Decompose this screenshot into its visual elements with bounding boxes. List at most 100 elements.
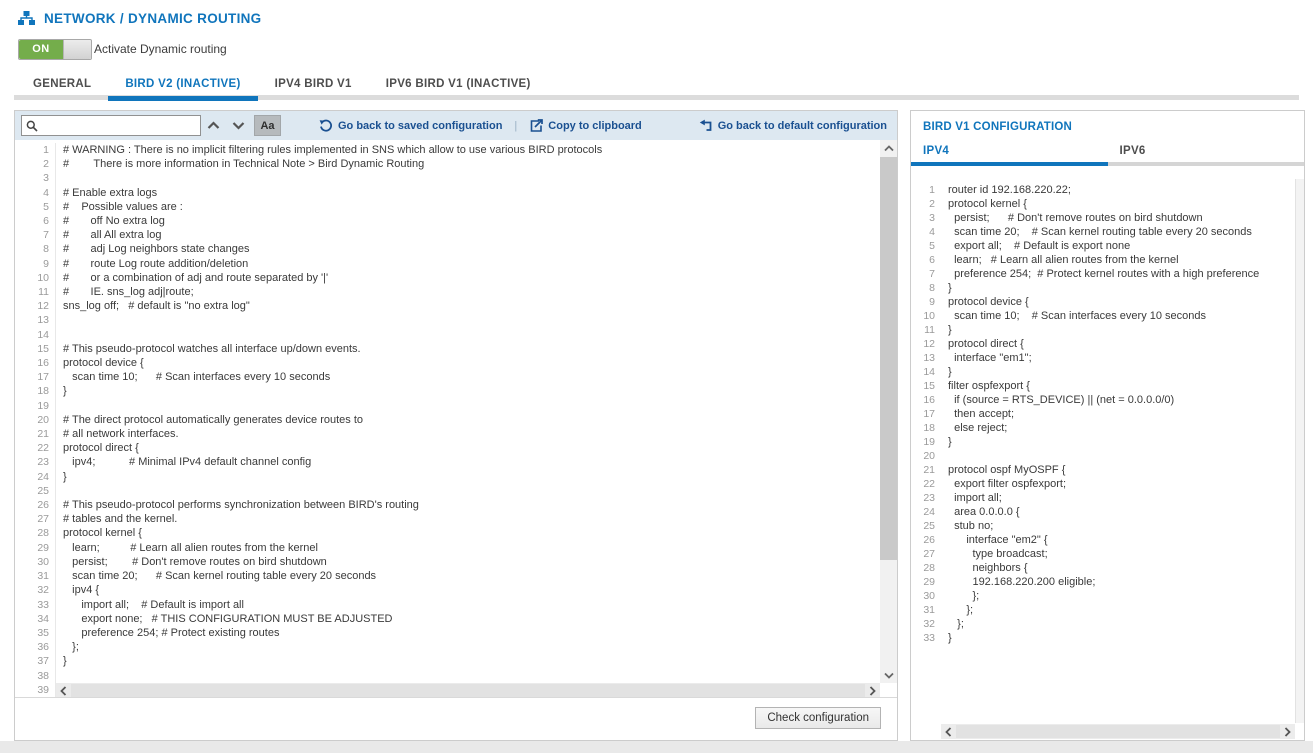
horizontal-scrollbar-thumb[interactable] xyxy=(71,684,865,697)
scroll-left-arrow-icon[interactable] xyxy=(60,686,67,696)
code-line: 28 neighbors { xyxy=(911,561,1295,575)
code-line: 6 learn; # Learn all alien routes from t… xyxy=(911,253,1295,267)
export-arrow-icon xyxy=(529,119,543,133)
line-number: 39 xyxy=(15,683,56,697)
scroll-right-arrow-icon[interactable] xyxy=(869,686,876,696)
line-number: 8 xyxy=(911,281,941,295)
line-content: export filter ospfexport; xyxy=(941,477,1066,491)
go-back-saved-link[interactable]: Go back to saved configuration xyxy=(319,119,502,133)
code-line: 15filter ospfexport { xyxy=(911,379,1295,393)
code-line: 38 xyxy=(15,669,880,683)
code-line: 8} xyxy=(911,281,1295,295)
line-number: 17 xyxy=(911,407,941,421)
tab-general[interactable]: GENERAL xyxy=(16,73,108,96)
horizontal-scrollbar[interactable] xyxy=(56,683,880,698)
bird-v2-editor-panel: Aa Go back to saved configuration | Copy… xyxy=(14,110,898,741)
line-number: 29 xyxy=(911,575,941,589)
line-content: # There is more information in Technical… xyxy=(56,157,424,171)
line-content: # This pseudo-protocol performs synchron… xyxy=(56,498,419,512)
code-line: 6# off No extra log xyxy=(15,214,880,228)
bird-v1-tab-ipv6[interactable]: IPV6 xyxy=(1108,140,1305,166)
bird-v1-horizontal-scrollbar[interactable] xyxy=(941,724,1295,739)
editor-footer: Check configuration xyxy=(15,697,897,740)
tab-ipv4-bird-v1[interactable]: IPV4 BIRD V1 xyxy=(258,73,369,96)
line-content: }; xyxy=(941,589,979,603)
line-content: # This pseudo-protocol watches all inter… xyxy=(56,342,361,356)
revert-circular-arrow-icon xyxy=(319,119,333,133)
line-content: scan time 20; # Scan kernel routing tabl… xyxy=(56,569,376,583)
line-number: 25 xyxy=(911,519,941,533)
code-line: 36 }; xyxy=(15,640,880,654)
code-line: 17 scan time 10; # Scan interfaces every… xyxy=(15,370,880,384)
go-back-default-link[interactable]: Go back to default configuration xyxy=(699,119,887,132)
line-number: 26 xyxy=(911,533,941,547)
code-line: 10 scan time 10; # Scan interfaces every… xyxy=(911,309,1295,323)
line-number: 37 xyxy=(15,654,56,668)
line-content: export all; # Default is export none xyxy=(941,239,1130,253)
line-content: # Possible values are : xyxy=(56,200,183,214)
search-previous-button[interactable] xyxy=(201,115,226,136)
line-number: 31 xyxy=(15,569,56,583)
line-content: protocol device { xyxy=(56,356,144,370)
line-content: 192.168.220.200 eligible; xyxy=(941,575,1095,589)
code-line: 2protocol kernel { xyxy=(911,197,1295,211)
code-line: 19 xyxy=(15,399,880,413)
scroll-left-arrow-icon[interactable] xyxy=(945,727,952,737)
search-next-button[interactable] xyxy=(226,115,251,136)
search-box[interactable] xyxy=(21,115,201,136)
line-content: }; xyxy=(56,640,79,654)
search-icon xyxy=(26,120,38,132)
line-content: type broadcast; xyxy=(941,547,1048,561)
line-number: 12 xyxy=(911,337,941,351)
main-tabs: GENERALBIRD V2 (INACTIVE)IPV4 BIRD V1IPV… xyxy=(16,73,548,96)
bird-v1-panel: BIRD V1 CONFIGURATION IPV4IPV6 1router i… xyxy=(910,110,1305,741)
code-line: 33} xyxy=(911,631,1295,645)
scroll-down-arrow-icon[interactable] xyxy=(880,667,897,683)
line-number: 20 xyxy=(15,413,56,427)
line-number: 35 xyxy=(15,626,56,640)
line-content: persist; # Don't remove routes on bird s… xyxy=(941,211,1203,225)
horizontal-scrollbar-thumb[interactable] xyxy=(956,725,1280,738)
code-line: 37} xyxy=(15,654,880,668)
bird-v1-vertical-scrollbar[interactable] xyxy=(1295,179,1304,723)
line-content: scan time 20; # Scan kernel routing tabl… xyxy=(941,225,1252,239)
line-content xyxy=(941,449,948,463)
tab-ipv6-bird-v1-inactive[interactable]: IPV6 BIRD V1 (INACTIVE) xyxy=(369,73,548,96)
line-number: 31 xyxy=(911,603,941,617)
page-bottom-strip xyxy=(0,741,1313,753)
line-content: } xyxy=(941,631,952,645)
bird-v2-code-editor[interactable]: 1# WARNING : There is no implicit filter… xyxy=(15,140,897,698)
scroll-up-arrow-icon[interactable] xyxy=(880,140,897,156)
code-line: 9protocol device { xyxy=(911,295,1295,309)
line-content: stub no; xyxy=(941,519,993,533)
line-content: }; xyxy=(941,603,973,617)
vertical-scrollbar-thumb[interactable] xyxy=(880,157,897,560)
line-content xyxy=(56,313,63,327)
dynamic-routing-toggle[interactable]: ON xyxy=(18,39,92,60)
copy-to-clipboard-link[interactable]: Copy to clipboard xyxy=(529,119,642,133)
code-line: 31 }; xyxy=(911,603,1295,617)
line-number: 30 xyxy=(15,555,56,569)
line-number: 10 xyxy=(15,271,56,285)
code-line: 14} xyxy=(911,365,1295,379)
line-number: 38 xyxy=(15,669,56,683)
tab-bird-v2-inactive[interactable]: BIRD V2 (INACTIVE) xyxy=(108,73,257,96)
scroll-right-arrow-icon[interactable] xyxy=(1284,727,1291,737)
line-number: 7 xyxy=(15,228,56,242)
code-line: 1router id 192.168.220.22; xyxy=(911,183,1295,197)
line-number: 13 xyxy=(911,351,941,365)
bird-v1-tab-ipv4[interactable]: IPV4 xyxy=(911,140,1108,166)
case-sensitive-button[interactable]: Aa xyxy=(254,115,281,136)
vertical-scrollbar[interactable] xyxy=(880,140,897,683)
line-content: # WARNING : There is no implicit filteri… xyxy=(56,143,602,157)
check-configuration-button[interactable]: Check configuration xyxy=(755,707,881,729)
line-number: 10 xyxy=(911,309,941,323)
line-number: 15 xyxy=(15,342,56,356)
bird-v1-code-view: 1router id 192.168.220.22;2protocol kern… xyxy=(911,179,1295,723)
code-line: 18 else reject; xyxy=(911,421,1295,435)
line-content: # all network interfaces. xyxy=(56,427,179,441)
bird-v1-title: BIRD V1 CONFIGURATION xyxy=(911,111,1304,140)
line-content: ipv4 { xyxy=(56,583,99,597)
code-line: 24 area 0.0.0.0 { xyxy=(911,505,1295,519)
search-input[interactable] xyxy=(41,119,196,133)
